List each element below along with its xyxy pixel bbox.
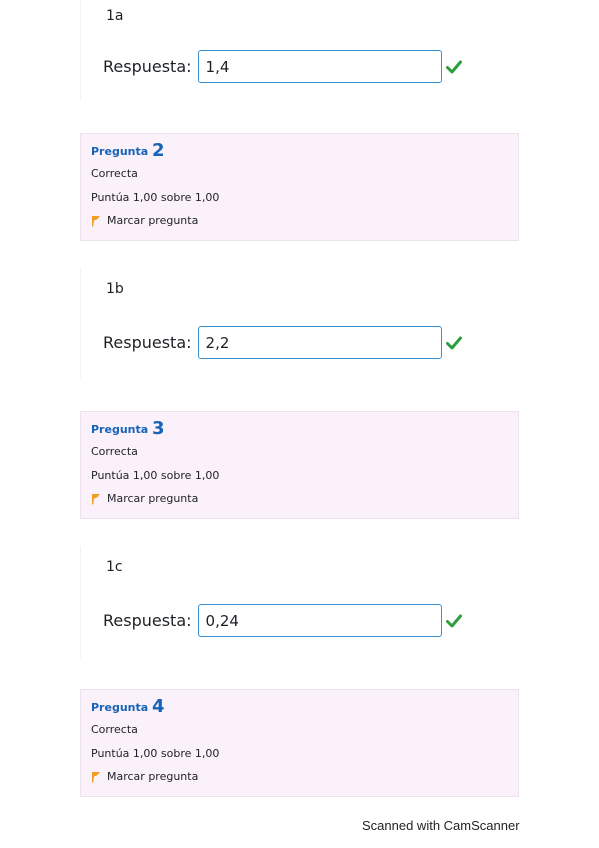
question-text: 1c — [106, 559, 123, 575]
question-title: Pregunta 2 — [91, 140, 165, 163]
question-state: Correcta — [91, 167, 138, 180]
question-number: 4 — [152, 696, 165, 717]
answer-input[interactable] — [197, 604, 442, 637]
question-title-prefix: Pregunta — [91, 701, 149, 714]
answer-label: Respuesta: — [103, 333, 192, 352]
flag-icon — [92, 771, 100, 782]
question-state: Correcta — [91, 723, 138, 736]
question-title-prefix: Pregunta — [91, 423, 149, 436]
question-info-box: Pregunta 3 Correcta Puntúa 1,00 sobre 1,… — [80, 411, 519, 519]
flag-icon — [92, 215, 100, 226]
question-title: Pregunta 4 — [91, 696, 165, 719]
scanner-watermark: Scanned with CamScanner — [362, 818, 520, 833]
flag-question-link[interactable]: Marcar pregunta — [91, 770, 198, 783]
question-info-box: Pregunta 4 Correcta Puntúa 1,00 sobre 1,… — [80, 689, 519, 797]
question-grade: Puntúa 1,00 sobre 1,00 — [91, 191, 220, 204]
question-info-box: Pregunta 2 Correcta Puntúa 1,00 sobre 1,… — [80, 133, 519, 241]
question-title: Pregunta 3 — [91, 418, 165, 441]
question-content-1c: 1c Respuesta: — [80, 546, 520, 658]
answer-label: Respuesta: — [103, 611, 192, 630]
check-icon — [445, 614, 462, 627]
question-text: 1b — [106, 281, 124, 297]
answer-row: Respuesta: — [103, 326, 462, 359]
flag-question-label: Marcar pregunta — [107, 770, 199, 783]
flag-question-label: Marcar pregunta — [107, 214, 199, 227]
question-state: Correcta — [91, 445, 138, 458]
check-icon — [445, 60, 462, 73]
question-content-1b: 1b Respuesta: — [80, 268, 520, 378]
flag-question-label: Marcar pregunta — [107, 492, 199, 505]
question-title-prefix: Pregunta — [91, 145, 149, 158]
answer-input[interactable] — [197, 326, 442, 359]
question-grade: Puntúa 1,00 sobre 1,00 — [91, 747, 220, 760]
answer-input[interactable] — [197, 50, 442, 83]
question-grade: Puntúa 1,00 sobre 1,00 — [91, 469, 220, 482]
question-content-1a: 1a Respuesta: — [80, 0, 520, 100]
check-icon — [445, 336, 462, 349]
flag-icon — [92, 493, 100, 504]
answer-label: Respuesta: — [103, 57, 192, 76]
question-number: 2 — [152, 140, 165, 161]
answer-row: Respuesta: — [103, 604, 462, 637]
question-number: 3 — [152, 418, 165, 439]
flag-question-link[interactable]: Marcar pregunta — [91, 492, 198, 505]
answer-row: Respuesta: — [103, 50, 462, 83]
question-text: 1a — [106, 8, 124, 24]
flag-question-link[interactable]: Marcar pregunta — [91, 214, 198, 227]
